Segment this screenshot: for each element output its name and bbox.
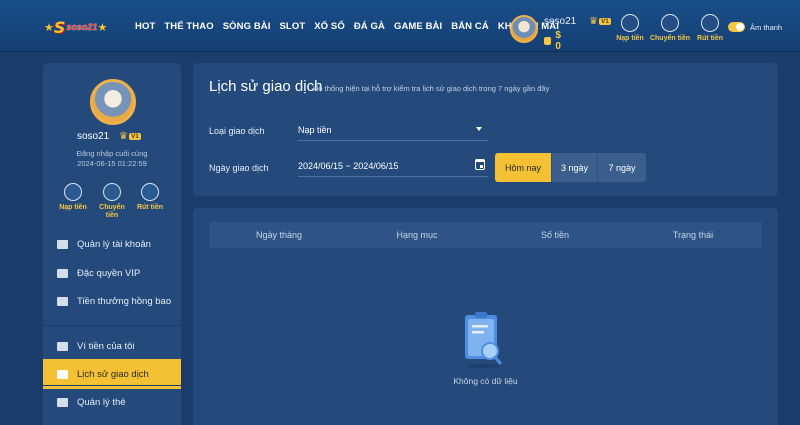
profile-name: soso21	[77, 131, 110, 142]
deposit-icon	[64, 183, 82, 201]
sidebar-item-label: Tiền thưởng hồng bao	[77, 295, 172, 307]
range-3-days-button[interactable]: 3 ngày	[552, 153, 598, 182]
sidebar-divider	[43, 325, 181, 326]
sound-toggle[interactable]	[728, 22, 745, 32]
header-transfer-label: Chuyển tiền	[649, 35, 691, 42]
transaction-date-label: Ngày giao dịch	[209, 163, 269, 173]
sidebar-deposit-button[interactable]: Nạp tiền	[53, 183, 93, 212]
star-icon: ★	[97, 21, 108, 34]
sound-label: Âm thanh	[750, 22, 783, 32]
column-date: Ngày tháng	[255, 230, 303, 240]
date-range-buttons: Hôm nay 3 ngày 7 ngày	[495, 153, 646, 182]
withdraw-icon	[141, 183, 159, 201]
last-login: Đăng nhập cuối cùng 2024-06-15 01:22:59	[43, 149, 181, 169]
transaction-type-label: Loại giao dịch	[209, 126, 265, 136]
wallet-icon	[544, 37, 552, 45]
transaction-type-select[interactable]: Nạp tiền	[298, 119, 488, 141]
column-status: Trạng thái	[672, 230, 714, 240]
sidebar-transfer-button[interactable]: Chuyển tiền	[92, 183, 132, 220]
card-icon	[57, 397, 68, 407]
id-card-icon	[57, 239, 68, 249]
star-icon: ★	[44, 21, 54, 34]
balance-amount: $ 0	[555, 30, 561, 52]
profile-vip-badge: ♛ V1	[119, 131, 141, 142]
sidebar-item-label: Quản lý thẻ	[77, 396, 126, 408]
account-sidebar: soso21 ♛ V1 Đăng nhập cuối cùng 2024-06-…	[43, 63, 181, 425]
sidebar-item-card-management[interactable]: Quản lý thẻ	[43, 387, 181, 417]
nav-item-sports[interactable]: THỂ THAO	[164, 21, 213, 32]
column-amount: Số tiền	[540, 230, 570, 240]
nav-item-hot[interactable]: HOT	[135, 21, 155, 32]
sidebar-item-label: Lịch sử giao dịch	[77, 368, 149, 380]
header-withdraw-label: Rút tiền	[696, 35, 724, 42]
nav-item-card-games[interactable]: GAME BÀI	[394, 21, 442, 32]
sidebar-item-label: Quản lý tài khoản	[77, 238, 151, 250]
crown-icon	[57, 268, 68, 278]
empty-clipboard-icon	[465, 312, 502, 368]
page-title: Lịch sử giao dịch	[209, 78, 323, 95]
nav-item-cockfight[interactable]: ĐÁ GÀ	[354, 21, 385, 32]
top-navigation-bar: ★ S soso21 ★ HOT THỂ THAO SÒNG BÀI SLOT …	[0, 0, 800, 52]
logo-mark: S	[53, 17, 65, 37]
header-withdraw-button[interactable]: Rút tiền	[688, 14, 732, 42]
withdraw-icon	[701, 14, 719, 32]
user-name: soso21	[544, 16, 577, 27]
last-login-label: Đăng nhập cuối cùng	[76, 149, 148, 158]
table-header: Ngày tháng Hạng mục Số tiền Trạng thái	[210, 222, 762, 248]
header-deposit-label: Nạp tiền	[616, 35, 644, 42]
range-7-days-button[interactable]: 7 ngày	[598, 153, 646, 182]
profile-vip-level: V1	[128, 133, 141, 140]
sidebar-item-red-envelope[interactable]: Tiền thưởng hồng bao	[43, 286, 181, 316]
last-login-time: 2024-06-15 01:22:59	[77, 159, 147, 168]
sidebar-item-account[interactable]: Quản lý tài khoản	[43, 229, 181, 259]
sidebar-item-vip[interactable]: Đặc quyền VIP	[43, 258, 181, 288]
sidebar-transfer-label: Chuyển tiền	[99, 204, 125, 219]
range-today-button[interactable]: Hôm nay	[495, 153, 552, 182]
profile-avatar[interactable]	[90, 79, 136, 125]
nav-item-slot[interactable]: SLOT	[280, 21, 306, 32]
wallet-icon	[57, 341, 68, 351]
sidebar-item-label: Ví tiền của tôi	[77, 340, 135, 352]
calendar-icon[interactable]	[475, 159, 485, 170]
nav-item-fishing[interactable]: BẮN CÁ	[451, 21, 489, 32]
history-table-panel: Ngày tháng Hạng mục Số tiền Trạng thái K…	[193, 208, 778, 425]
history-filter-panel: Lịch sử giao dịch Hệ thống hiện tại hỗ t…	[193, 63, 778, 196]
header-deposit-button[interactable]: Nạp tiền	[608, 14, 652, 42]
transfer-icon	[661, 14, 679, 32]
date-range-value: 2024/06/15 ~ 2024/06/15	[298, 160, 399, 171]
sidebar-item-label: Đặc quyền VIP	[77, 267, 141, 279]
main-nav: HOT THỂ THAO SÒNG BÀI SLOT XỔ SỐ ĐÁ GÀ G…	[135, 0, 568, 52]
nav-item-lottery[interactable]: XỔ SỐ	[314, 21, 345, 32]
deposit-icon	[621, 14, 639, 32]
envelope-icon	[57, 296, 68, 306]
sidebar-withdraw-button[interactable]: Rút tiền	[130, 183, 170, 212]
balance: $ 0	[544, 30, 565, 52]
sidebar-divider	[43, 385, 181, 386]
column-category: Hạng mục	[396, 230, 438, 240]
avatar[interactable]	[510, 15, 538, 43]
sidebar-item-wallet[interactable]: Ví tiền của tôi	[43, 331, 181, 361]
transaction-type-value: Nạp tiền	[298, 124, 332, 135]
sound-control: Âm thanh	[728, 22, 782, 32]
site-logo[interactable]: ★ S soso21 ★	[44, 16, 122, 38]
sidebar-deposit-label: Nạp tiền	[59, 204, 87, 211]
nav-item-casino[interactable]: SÒNG BÀI	[223, 21, 271, 32]
date-range-input[interactable]: 2024/06/15 ~ 2024/06/15	[298, 155, 488, 177]
chevron-down-icon	[476, 127, 482, 131]
profile-card: soso21 ♛ V1 Đăng nhập cuối cùng 2024-06-…	[43, 63, 181, 223]
transfer-icon	[103, 183, 121, 201]
document-icon	[57, 369, 68, 379]
crown-icon: ♛	[119, 131, 128, 142]
empty-state-text: Không có dữ liệu	[453, 376, 518, 386]
crown-icon: ♛	[589, 16, 598, 27]
header-transfer-button[interactable]: Chuyển tiền	[648, 14, 692, 42]
logo-word: soso21	[66, 22, 98, 32]
sidebar-withdraw-label: Rút tiền	[136, 204, 164, 211]
page-subtitle: Hệ thống hiện tại hỗ trợ kiểm tra lịch s…	[313, 84, 550, 93]
